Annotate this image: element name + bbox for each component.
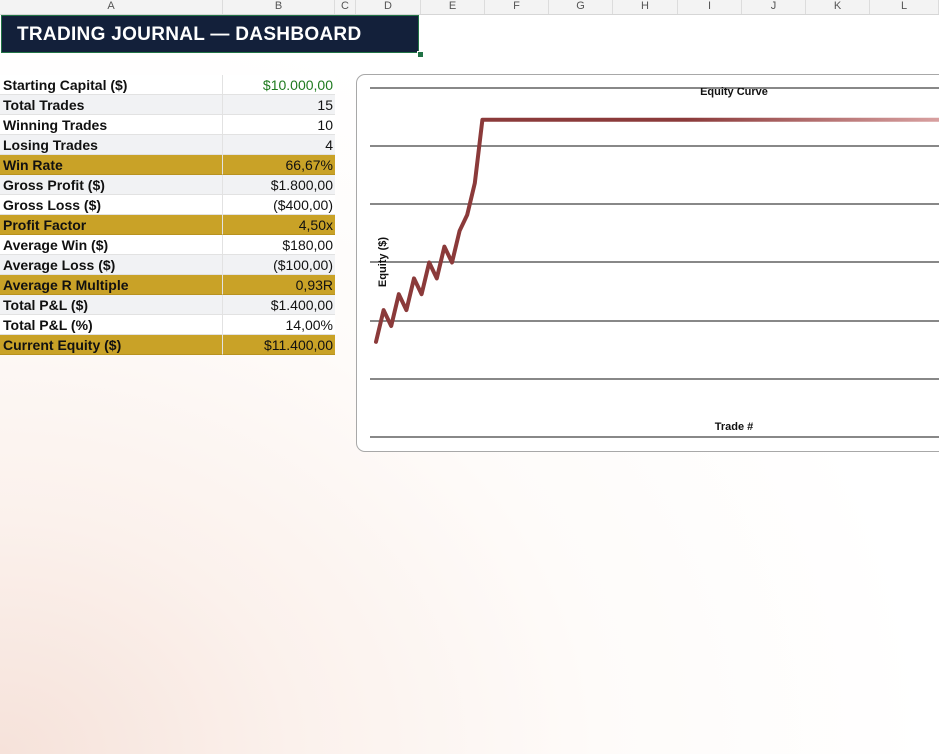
stat-value[interactable]: $180,00 [223,235,335,255]
column-header-g[interactable]: G [549,0,613,14]
column-header-l[interactable]: L [870,0,939,14]
stat-value[interactable]: 0,93R [223,275,335,295]
column-header-c[interactable]: C [335,0,356,14]
stat-label[interactable]: Total P&L (%) [0,315,223,335]
stat-label[interactable]: Winning Trades [0,115,223,135]
stats-row: Total Trades 15 [0,95,335,115]
dashboard-title-banner[interactable]: TRADING JOURNAL — DASHBOARD [1,15,419,53]
stat-label[interactable]: Gross Profit ($) [0,175,223,195]
stat-value[interactable]: 4,50x [223,215,335,235]
stat-value[interactable]: 4 [223,135,335,155]
stats-row: Winning Trades 10 [0,115,335,135]
column-header-d[interactable]: D [356,0,421,14]
chart-title: Equity Curve [700,86,768,98]
stats-row: Losing Trades 4 [0,135,335,155]
column-header-e[interactable]: E [421,0,485,14]
stat-value[interactable]: ($400,00) [223,195,335,215]
column-header-f[interactable]: F [485,0,549,14]
stat-label[interactable]: Total P&L ($) [0,295,223,315]
stats-row: Gross Loss ($) ($400,00) [0,195,335,215]
column-header-bar: ABCDEFGHIJKL [0,0,939,15]
stat-value[interactable]: 66,67% [223,155,335,175]
stat-label[interactable]: Losing Trades [0,135,223,155]
column-header-h[interactable]: H [613,0,678,14]
selection-fill-handle[interactable] [417,51,424,58]
column-header-i[interactable]: I [678,0,742,14]
stat-value[interactable]: $1.400,00 [223,295,335,315]
stats-row: Gross Profit ($) $1.800,00 [0,175,335,195]
stat-value[interactable]: 14,00% [223,315,335,335]
equity-series-line [374,117,939,344]
chart-x-axis-label: Trade # [714,421,754,433]
stat-value[interactable]: ($100,00) [223,255,335,275]
stat-value[interactable]: 10 [223,115,335,135]
stats-row: Starting Capital ($) $10.000,00 [0,75,335,95]
stats-table: Starting Capital ($) $10.000,00 Total Trad… [0,75,335,355]
stat-value[interactable]: $10.000,00 [223,75,335,95]
stat-label[interactable]: Win Rate [0,155,223,175]
column-header-a[interactable]: A [0,0,223,14]
dashboard-title: TRADING JOURNAL — DASHBOARD [17,24,362,45]
stat-label[interactable]: Starting Capital ($) [0,75,223,95]
stat-value[interactable]: 15 [223,95,335,115]
stat-label[interactable]: Average R Multiple [0,275,223,295]
column-header-j[interactable]: J [742,0,806,14]
column-header-k[interactable]: K [806,0,870,14]
stats-row: Average Loss ($) ($100,00) [0,255,335,275]
stats-row: Win Rate 66,67% [0,155,335,175]
stat-value[interactable]: $11.400,00 [223,335,335,355]
equity-curve-chart [370,87,939,438]
stat-value[interactable]: $1.800,00 [223,175,335,195]
stat-label[interactable]: Total Trades [0,95,223,115]
stat-label[interactable]: Average Loss ($) [0,255,223,275]
stats-row: Average R Multiple 0,93R [0,275,335,295]
stat-label[interactable]: Average Win ($) [0,235,223,255]
column-header-b[interactable]: B [223,0,335,14]
stats-row: Total P&L (%) 14,00% [0,315,335,335]
stats-row: Current Equity ($) $11.400,00 [0,335,335,355]
stats-row: Average Win ($) $180,00 [0,235,335,255]
stat-label[interactable]: Current Equity ($) [0,335,223,355]
stats-row: Profit Factor 4,50x [0,215,335,235]
stat-label[interactable]: Gross Loss ($) [0,195,223,215]
stat-label[interactable]: Profit Factor [0,215,223,235]
stats-row: Total P&L ($) $1.400,00 [0,295,335,315]
chart-y-axis-label: Equity ($) [377,236,389,288]
